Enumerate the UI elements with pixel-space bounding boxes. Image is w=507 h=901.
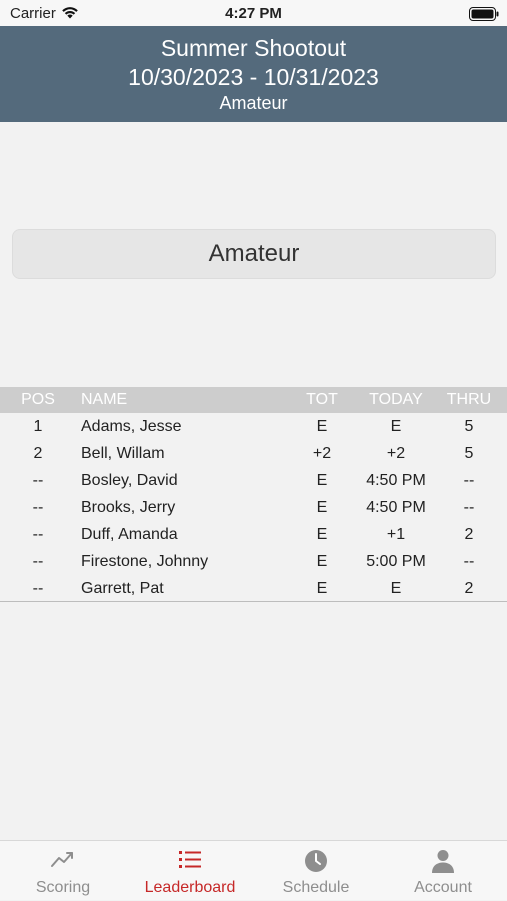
column-header-name: NAME xyxy=(81,391,128,408)
table-row[interactable]: -- Firestone, Johnny E 5:00 PM -- xyxy=(0,548,507,575)
cell-pos: -- xyxy=(32,526,44,543)
cell-tot: E xyxy=(316,553,328,570)
tab-account[interactable]: Account xyxy=(380,841,506,901)
division-selector-button[interactable]: Amateur xyxy=(12,229,496,279)
table-row[interactable]: -- Bosley, David E 4:50 PM -- xyxy=(0,467,507,494)
cell-pos: -- xyxy=(32,472,44,489)
cell-today: +1 xyxy=(386,526,406,543)
cell-pos: 1 xyxy=(33,418,43,435)
tab-label: Scoring xyxy=(35,879,91,896)
tab-label: Leaderboard xyxy=(144,879,236,896)
cell-pos: -- xyxy=(32,499,44,516)
cell-thru: 2 xyxy=(464,580,474,597)
cell-name: Brooks, Jerry xyxy=(81,499,176,516)
table-row[interactable]: 1 Adams, Jesse E E 5 xyxy=(0,413,507,440)
cell-name: Duff, Amanda xyxy=(81,526,178,543)
table-row[interactable]: -- Duff, Amanda E +1 2 xyxy=(0,521,507,548)
cell-thru: -- xyxy=(463,472,475,489)
cell-pos: -- xyxy=(32,553,44,570)
cell-tot: E xyxy=(316,580,328,597)
cell-today: E xyxy=(390,580,402,597)
cell-tot: E xyxy=(316,526,328,543)
cell-name: Bell, Willam xyxy=(81,445,165,462)
cell-tot: E xyxy=(316,499,328,516)
cell-name: Garrett, Pat xyxy=(81,580,164,597)
tab-schedule[interactable]: Schedule xyxy=(253,841,379,901)
cell-tot: E xyxy=(316,472,328,489)
cell-thru: 5 xyxy=(464,445,474,462)
cell-thru: 2 xyxy=(464,526,474,543)
cell-pos: -- xyxy=(32,580,44,597)
cell-thru: -- xyxy=(463,553,475,570)
event-title: Summer Shootout xyxy=(160,35,347,61)
column-header-tot: TOT xyxy=(306,391,338,408)
table-row[interactable]: -- Brooks, Jerry E 4:50 PM -- xyxy=(0,494,507,521)
cell-tot: +2 xyxy=(312,445,332,462)
tab-scoring[interactable]: Scoring xyxy=(0,841,126,901)
tab-leaderboard[interactable]: Leaderboard xyxy=(127,841,253,901)
cell-name: Adams, Jesse xyxy=(81,418,182,435)
column-header-thru: THRU xyxy=(446,391,492,408)
event-division: Amateur xyxy=(219,93,288,113)
table-row[interactable]: -- Garrett, Pat E E 2 xyxy=(0,575,507,602)
leaderboard-header: POS NAME TOT TODAY THRU xyxy=(0,387,507,413)
tab-label: Account xyxy=(414,879,472,896)
battery-icon xyxy=(469,7,499,21)
tab-label: Schedule xyxy=(282,879,350,896)
cell-thru: -- xyxy=(463,499,475,516)
person-icon xyxy=(432,850,454,873)
table-divider xyxy=(0,601,507,602)
cell-today: 4:50 PM xyxy=(366,499,426,516)
tab-bar: Scoring Leaderboard Schedule Account xyxy=(0,840,507,900)
cell-pos: 2 xyxy=(33,445,43,462)
cell-tot: E xyxy=(316,418,328,435)
clock-icon xyxy=(305,850,327,872)
list-icon xyxy=(179,851,201,868)
column-header-today: TODAY xyxy=(369,391,423,408)
column-header-pos: POS xyxy=(21,391,55,408)
cell-today: +2 xyxy=(386,445,406,462)
cell-today: 4:50 PM xyxy=(366,472,426,489)
cell-name: Firestone, Johnny xyxy=(81,553,209,570)
leaderboard-rows: 1 Adams, Jesse E E 5 2 Bell, Willam +2 +… xyxy=(0,413,507,602)
cell-today: E xyxy=(390,418,402,435)
status-time: 4:27 PM xyxy=(225,5,282,22)
status-bar: Carrier 4:27 PM xyxy=(0,0,507,26)
cell-thru: 5 xyxy=(464,418,474,435)
cell-today: 5:00 PM xyxy=(366,553,426,570)
trend-line-icon xyxy=(51,852,73,867)
table-row[interactable]: 2 Bell, Willam +2 +2 5 xyxy=(0,440,507,467)
event-dates: 10/30/2023 - 10/31/2023 xyxy=(128,64,379,90)
event-header: Summer Shootout 10/30/2023 - 10/31/2023 … xyxy=(0,26,507,122)
cell-name: Bosley, David xyxy=(81,472,178,489)
